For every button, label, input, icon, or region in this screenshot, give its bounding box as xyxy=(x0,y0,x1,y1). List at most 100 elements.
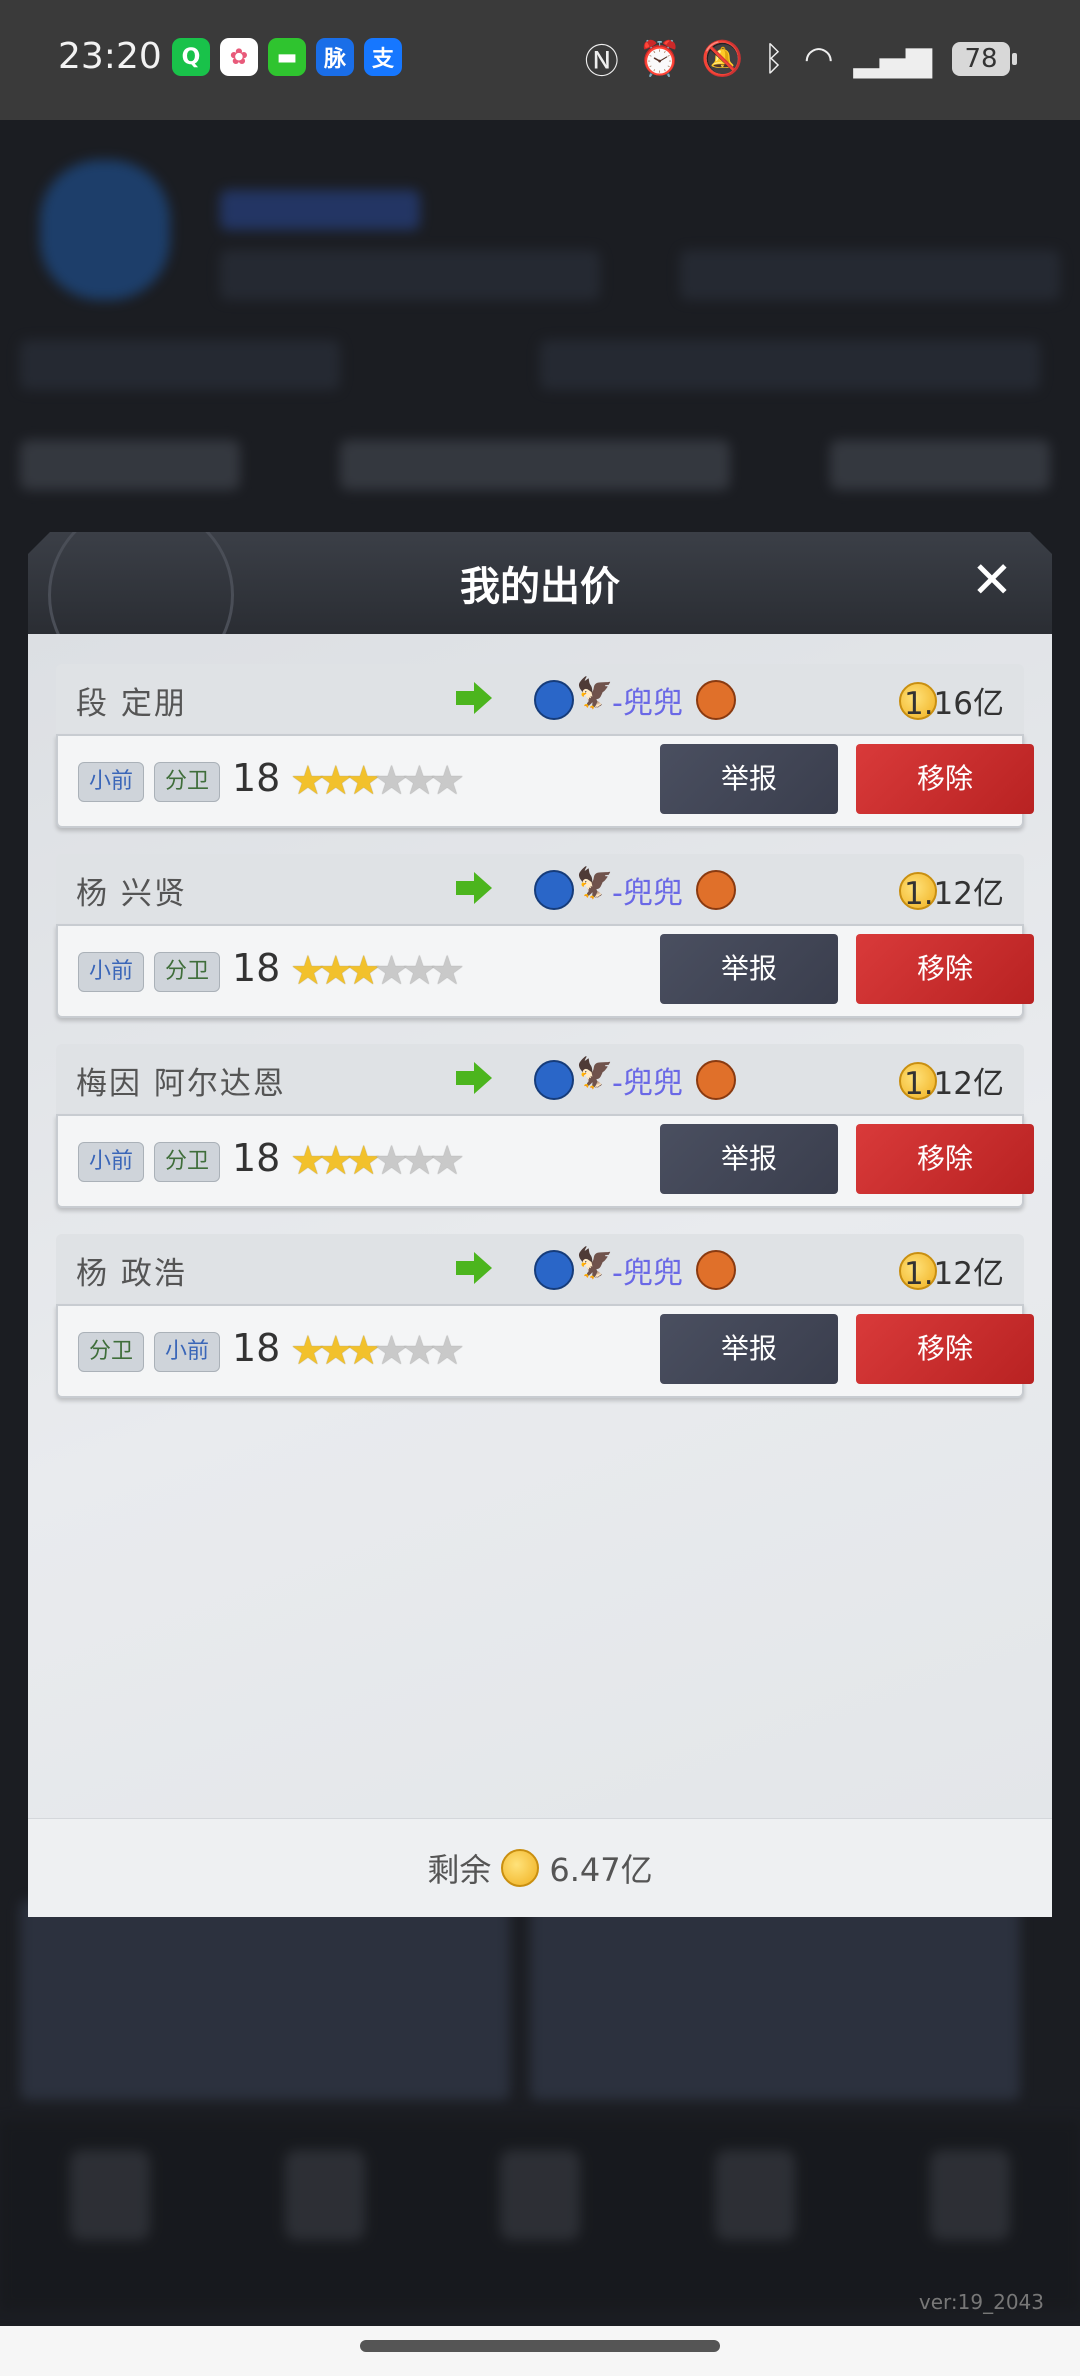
bg-bar xyxy=(220,190,420,230)
player-age: 18 xyxy=(232,1136,281,1180)
alipay-icon: 支 xyxy=(364,38,402,76)
nav-icon xyxy=(930,2150,1010,2240)
bg-bar xyxy=(540,340,1040,390)
remaining-amount: 6.47亿 xyxy=(549,1851,653,1889)
rating-stars: ★★★★★★ xyxy=(290,948,465,994)
star-icon: ★ xyxy=(290,758,326,804)
remove-button[interactable]: 移除 xyxy=(856,934,1034,1004)
eagle-icon: 🦅 xyxy=(576,1056,614,1091)
star-icon: ★ xyxy=(429,1138,465,1184)
avatar xyxy=(40,160,170,300)
star-icon: ★ xyxy=(317,1328,354,1374)
bg-card xyxy=(20,1900,510,2100)
close-button[interactable]: ✕ xyxy=(960,548,1024,612)
basketball-icon xyxy=(696,1250,736,1290)
report-button[interactable]: 举报 xyxy=(660,1124,838,1194)
star-icon: ★ xyxy=(345,948,382,994)
star-icon: ★ xyxy=(373,1138,410,1184)
photos-icon: ✿ xyxy=(220,38,258,76)
bid-item: 梅因 阿尔达恩 🦅 -兜兜 1.12亿 小前 分卫 18 ★★★★★★ 举报 移… xyxy=(56,1044,1034,1216)
remaining-funds: 剩余 6.47亿 xyxy=(28,1818,1052,1917)
bid-header: 杨 政浩 🦅 -兜兜 1.12亿 xyxy=(56,1234,1024,1304)
home-indicator[interactable] xyxy=(360,2340,720,2352)
basketball-icon xyxy=(696,680,736,720)
eagle-icon: 🦅 xyxy=(576,866,614,901)
player-age: 18 xyxy=(232,1326,281,1370)
team-logo-icon xyxy=(534,870,574,910)
star-icon: ★ xyxy=(317,1138,354,1184)
team-name: -兜兜 xyxy=(612,876,683,911)
dialog-header: 我的出价 ✕ xyxy=(28,532,1052,634)
arrow-right-icon xyxy=(456,1062,492,1094)
arrow-right-icon xyxy=(456,682,492,714)
messages-icon: ▬ xyxy=(268,38,306,76)
player-name: 梅因 阿尔达恩 xyxy=(76,1066,286,1102)
bid-price: 1.16亿 xyxy=(903,686,1004,722)
nav-icon xyxy=(70,2150,150,2240)
star-icon: ★ xyxy=(290,948,326,994)
bid-detail: 小前 分卫 18 ★★★★★★ 举报 移除 xyxy=(56,924,1034,1018)
report-button[interactable]: 举报 xyxy=(660,744,838,814)
bid-price: 1.12亿 xyxy=(903,1256,1004,1292)
bg-bar xyxy=(220,250,600,300)
rating-stars: ★★★★★★ xyxy=(290,1138,465,1184)
remove-button[interactable]: 移除 xyxy=(856,1314,1034,1384)
version-label: ver:19_2043 xyxy=(918,2290,1044,2314)
bg-bar xyxy=(20,340,340,390)
bg-bar xyxy=(680,250,1060,300)
team-logo-icon xyxy=(534,1060,574,1100)
rating-stars: ★★★★★★ xyxy=(290,758,465,804)
star-icon: ★ xyxy=(401,948,437,994)
bg-card xyxy=(530,1900,1020,2100)
nav-icon xyxy=(285,2150,365,2240)
bid-price: 1.12亿 xyxy=(903,1066,1004,1102)
alarm-icon: ⏰ xyxy=(638,38,682,79)
coin-icon xyxy=(501,1849,540,1887)
nav-icon xyxy=(715,2150,795,2240)
star-icon: ★ xyxy=(345,1138,382,1184)
star-icon: ★ xyxy=(401,758,437,804)
status-time: 23:20 xyxy=(58,36,162,77)
arrow-right-icon xyxy=(456,1252,492,1284)
rating-stars: ★★★★★★ xyxy=(290,1328,465,1374)
bluetooth-icon: ᛒ xyxy=(763,38,784,79)
bg-cards xyxy=(20,1900,1060,2100)
bid-list: 段 定朋 🦅 -兜兜 1.16亿 小前 分卫 18 ★★★★★★ 举报 移除 杨… xyxy=(28,634,1052,1818)
team-logo-icon xyxy=(534,680,574,720)
star-icon: ★ xyxy=(373,948,410,994)
bid-item: 段 定朋 🦅 -兜兜 1.16亿 小前 分卫 18 ★★★★★★ 举报 移除 xyxy=(56,664,1034,836)
star-icon: ★ xyxy=(345,1328,382,1374)
position-tag: 小前 xyxy=(78,762,145,802)
remaining-label: 剩余 xyxy=(427,1851,492,1889)
star-icon: ★ xyxy=(429,1328,465,1374)
nav-icon xyxy=(500,2150,580,2240)
bg-bar xyxy=(830,440,1050,490)
bid-header: 段 定朋 🦅 -兜兜 1.16亿 xyxy=(56,664,1024,734)
player-age: 18 xyxy=(232,756,281,800)
position-tag: 小前 xyxy=(78,952,145,992)
bid-header: 杨 兴贤 🦅 -兜兜 1.12亿 xyxy=(56,854,1024,924)
report-button[interactable]: 举报 xyxy=(660,934,838,1004)
star-icon: ★ xyxy=(429,758,465,804)
star-icon: ★ xyxy=(290,1328,326,1374)
remove-button[interactable]: 移除 xyxy=(856,744,1034,814)
remove-button[interactable]: 移除 xyxy=(856,1124,1034,1194)
bid-detail: 分卫 小前 18 ★★★★★★ 举报 移除 xyxy=(56,1304,1034,1398)
position-tag: 小前 xyxy=(154,1332,221,1372)
star-icon: ★ xyxy=(401,1328,437,1374)
bg-bar xyxy=(20,440,240,490)
mute-icon: 🔕 xyxy=(701,38,744,79)
qq-icon: Q xyxy=(172,38,210,76)
bg-bar xyxy=(340,440,730,490)
player-name: 杨 兴贤 xyxy=(76,876,187,912)
position-tag: 分卫 xyxy=(154,1142,221,1182)
star-icon: ★ xyxy=(373,758,410,804)
report-button[interactable]: 举报 xyxy=(660,1314,838,1384)
basketball-icon xyxy=(696,1060,736,1100)
eagle-icon: 🦅 xyxy=(576,676,614,711)
notification-icons: Q ✿ ▬ 脉 支 xyxy=(172,38,402,76)
status-bar: 23:20 Q ✿ ▬ 脉 支 Ⓝ ⏰ 🔕 ᛒ ◠ ▂▄▆ 78 xyxy=(0,0,1080,120)
star-icon: ★ xyxy=(317,758,354,804)
player-name: 杨 政浩 xyxy=(76,1256,187,1292)
team-name: -兜兜 xyxy=(612,1256,683,1291)
